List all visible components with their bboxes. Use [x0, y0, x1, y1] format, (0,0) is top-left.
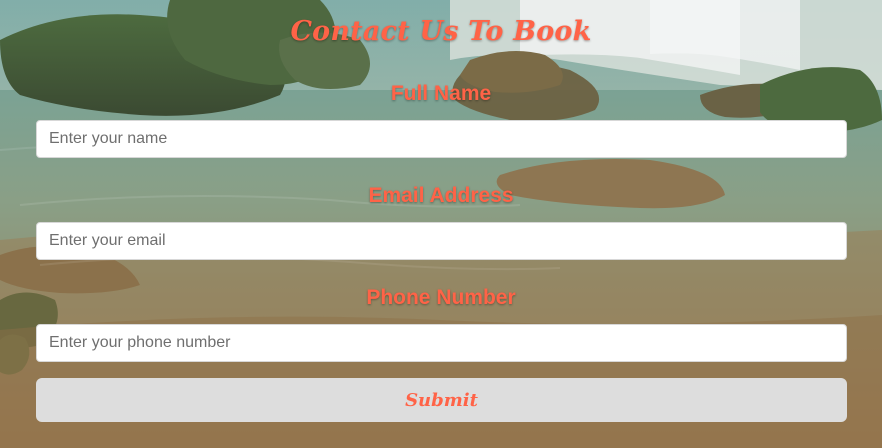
submit-button[interactable]: Submit [36, 378, 847, 422]
email-address-label: Email Address [368, 184, 514, 207]
full-name-label: Full Name [390, 82, 492, 105]
form-title: Contact Us To Book [290, 16, 592, 47]
phone-number-label: Phone Number [366, 286, 516, 309]
full-name-input[interactable] [36, 120, 847, 158]
email-input[interactable] [36, 222, 847, 260]
phone-number-input[interactable] [36, 324, 847, 362]
